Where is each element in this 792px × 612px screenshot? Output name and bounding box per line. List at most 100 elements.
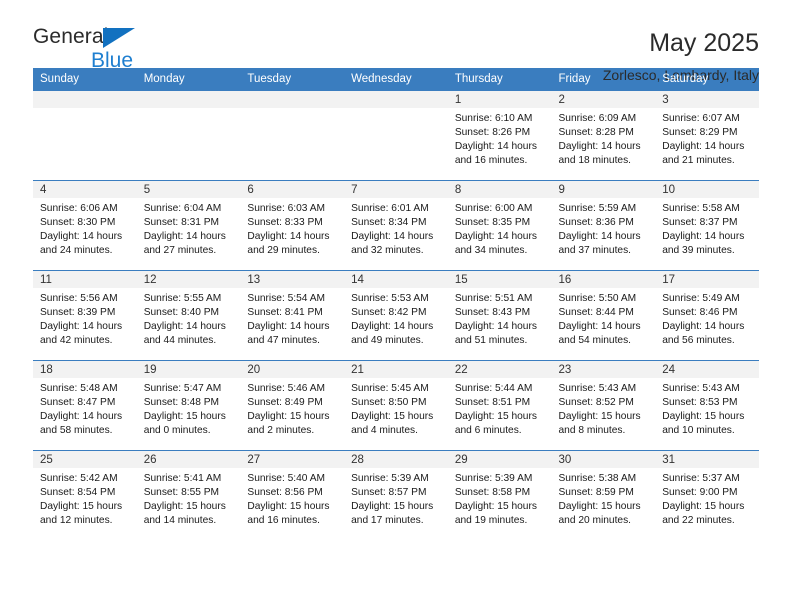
day-number: 8 bbox=[447, 181, 552, 198]
calendar-day-cell[interactable]: 6 Sunrise: 6:03 AM Sunset: 8:33 PM Daylight… bbox=[240, 180, 345, 271]
calendar-day-cell[interactable]: 14 Sunrise: 5:53 AM Sunset: 8:42 PM Dayligh… bbox=[344, 270, 448, 361]
calendar-day-cell[interactable]: 29 Sunrise: 5:39 AM Sunset: 8:58 PM Dayligh… bbox=[447, 450, 552, 541]
calendar-day-cell[interactable]: 12 Sunrise: 5:55 AM Sunset: 8:40 PM Dayligh… bbox=[136, 270, 241, 361]
day-number bbox=[33, 91, 137, 108]
calendar-day-cell[interactable]: 25 Sunrise: 5:42 AM Sunset: 8:54 PM Dayligh… bbox=[33, 450, 137, 541]
calendar-day-cell[interactable]: 23 Sunrise: 5:43 AM Sunset: 8:52 PM Dayligh… bbox=[551, 360, 656, 451]
day-number: 16 bbox=[551, 271, 656, 288]
daylight-text: and 34 minutes. bbox=[454, 245, 528, 256]
daylight-text: Daylight: 14 hours bbox=[454, 141, 537, 152]
logo-text-blue: Blue bbox=[91, 49, 134, 72]
calendar-day-cell[interactable]: 4 Sunrise: 6:06 AM Sunset: 8:30 PM Daylight… bbox=[33, 180, 137, 271]
calendar-day-cell[interactable]: 18 Sunrise: 5:48 AM Sunset: 8:47 PM Dayligh… bbox=[33, 360, 137, 451]
daylight-text: Daylight: 14 hours bbox=[662, 231, 745, 242]
daylight-text: and 12 minutes. bbox=[40, 515, 113, 526]
daylight-text: Daylight: 15 hours bbox=[247, 501, 330, 512]
sunrise-text: Sunrise: 5:39 AM bbox=[454, 473, 533, 484]
day-details: Sunrise: 5:46 AM Sunset: 8:49 PM Daylight:… bbox=[240, 378, 344, 438]
calendar-cell-empty bbox=[344, 90, 448, 181]
calendar-day-cell[interactable]: 27 Sunrise: 5:40 AM Sunset: 8:56 PM Dayligh… bbox=[240, 450, 345, 541]
day-number: 15 bbox=[447, 271, 552, 288]
calendar-day-cell[interactable]: 15 Sunrise: 5:51 AM Sunset: 8:43 PM Dayligh… bbox=[447, 270, 552, 361]
day-details: Sunrise: 5:54 AM Sunset: 8:41 PM Daylight:… bbox=[240, 288, 344, 348]
day-details: Sunrise: 5:43 AM Sunset: 8:52 PM Daylight:… bbox=[552, 378, 656, 438]
sunrise-text: Sunrise: 6:00 AM bbox=[454, 203, 533, 214]
daylight-text: Daylight: 14 hours bbox=[662, 321, 745, 332]
calendar-day-cell[interactable]: 9 Sunrise: 5:59 AM Sunset: 8:36 PM Daylight… bbox=[551, 180, 656, 271]
sunrise-text: Sunrise: 5:49 AM bbox=[662, 293, 740, 304]
sunrise-text: Sunrise: 6:06 AM bbox=[40, 203, 118, 214]
daylight-text: Daylight: 14 hours bbox=[40, 411, 123, 422]
day-details: Sunrise: 5:39 AM Sunset: 8:58 PM Daylight:… bbox=[448, 468, 552, 528]
daylight-text: and 27 minutes. bbox=[143, 245, 217, 256]
calendar-day-cell[interactable]: 17 Sunrise: 5:49 AM Sunset: 8:46 PM Dayligh… bbox=[655, 270, 759, 361]
sunrise-text: Sunrise: 5:53 AM bbox=[351, 293, 429, 304]
day-number: 6 bbox=[240, 181, 345, 198]
sunset-text: Sunset: 8:59 PM bbox=[558, 487, 634, 498]
daylight-text: Daylight: 14 hours bbox=[662, 141, 745, 152]
daylight-text: Daylight: 15 hours bbox=[558, 501, 641, 512]
daylight-text: and 10 minutes. bbox=[662, 425, 735, 436]
daylight-text: Daylight: 14 hours bbox=[454, 231, 537, 242]
day-details: Sunrise: 5:53 AM Sunset: 8:42 PM Daylight:… bbox=[344, 288, 448, 348]
calendar-day-cell[interactable]: 19 Sunrise: 5:47 AM Sunset: 8:48 PM Dayligh… bbox=[136, 360, 241, 451]
sunset-text: Sunset: 8:47 PM bbox=[40, 397, 116, 408]
day-details: Sunrise: 5:45 AM Sunset: 8:50 PM Daylight:… bbox=[344, 378, 448, 438]
calendar-day-cell[interactable]: 30 Sunrise: 5:38 AM Sunset: 8:59 PM Dayligh… bbox=[551, 450, 656, 541]
sunrise-text: Sunrise: 6:10 AM bbox=[454, 113, 533, 124]
sunrise-text: Sunrise: 5:47 AM bbox=[143, 383, 222, 394]
sunset-text: Sunset: 9:00 PM bbox=[662, 487, 738, 498]
day-details: Sunrise: 5:41 AM Sunset: 8:55 PM Daylight:… bbox=[137, 468, 241, 528]
day-details: Sunrise: 6:09 AM Sunset: 8:28 PM Daylight:… bbox=[552, 108, 656, 168]
sunset-text: Sunset: 8:35 PM bbox=[454, 217, 531, 228]
daylight-text: Daylight: 14 hours bbox=[40, 231, 123, 242]
calendar-table: Sunday Monday Tuesday Wednesday Thursday Frid… bbox=[33, 68, 759, 541]
daylight-text: Daylight: 14 hours bbox=[143, 321, 226, 332]
daylight-text: and 56 minutes. bbox=[662, 335, 735, 346]
calendar-day-cell[interactable]: 5 Sunrise: 6:04 AM Sunset: 8:31 PM Daylight… bbox=[136, 180, 241, 271]
weekday-header-thursday: Thursday bbox=[447, 68, 552, 91]
calendar-day-cell[interactable]: 28 Sunrise: 5:39 AM Sunset: 8:57 PM Dayligh… bbox=[344, 450, 448, 541]
weekday-header-tuesday: Tuesday bbox=[240, 68, 345, 91]
calendar-day-cell[interactable]: 24 Sunrise: 5:43 AM Sunset: 8:53 PM Dayligh… bbox=[655, 360, 759, 451]
day-details: Sunrise: 6:03 AM Sunset: 8:33 PM Daylight:… bbox=[240, 198, 344, 258]
daylight-text: and 16 minutes. bbox=[247, 515, 320, 526]
day-details: Sunrise: 5:37 AM Sunset: 9:00 PM Daylight:… bbox=[655, 468, 759, 528]
sunset-text: Sunset: 8:42 PM bbox=[351, 307, 427, 318]
calendar-day-cell[interactable]: 26 Sunrise: 5:41 AM Sunset: 8:55 PM Dayligh… bbox=[136, 450, 241, 541]
calendar-day-cell[interactable]: 21 Sunrise: 5:45 AM Sunset: 8:50 PM Dayligh… bbox=[344, 360, 448, 451]
calendar-day-cell[interactable]: 11 Sunrise: 5:56 AM Sunset: 8:39 PM Dayligh… bbox=[33, 270, 137, 361]
day-details: Sunrise: 5:55 AM Sunset: 8:40 PM Daylight:… bbox=[137, 288, 241, 348]
day-details: Sunrise: 5:44 AM Sunset: 8:51 PM Daylight:… bbox=[448, 378, 552, 438]
day-details: Sunrise: 5:38 AM Sunset: 8:59 PM Daylight:… bbox=[552, 468, 656, 528]
sunrise-text: Sunrise: 5:50 AM bbox=[558, 293, 637, 304]
calendar-day-cell[interactable]: 7 Sunrise: 6:01 AM Sunset: 8:34 PM Daylight… bbox=[344, 180, 448, 271]
calendar-day-cell[interactable]: 20 Sunrise: 5:46 AM Sunset: 8:49 PM Dayligh… bbox=[240, 360, 345, 451]
calendar-day-cell[interactable]: 10 Sunrise: 5:58 AM Sunset: 8:37 PM Dayligh… bbox=[655, 180, 759, 271]
daylight-text: Daylight: 15 hours bbox=[143, 501, 226, 512]
logo-general-blue: General Blue bbox=[33, 26, 153, 72]
calendar-day-cell[interactable]: 8 Sunrise: 6:00 AM Sunset: 8:35 PM Daylight… bbox=[447, 180, 552, 271]
daylight-text: Daylight: 15 hours bbox=[40, 501, 123, 512]
calendar-day-cell[interactable]: 1 Sunrise: 6:10 AM Sunset: 8:26 PM Daylight… bbox=[447, 90, 552, 181]
sunrise-text: Sunrise: 6:04 AM bbox=[143, 203, 222, 214]
logo-text-general: General bbox=[33, 25, 109, 48]
sunrise-text: Sunrise: 5:45 AM bbox=[351, 383, 429, 394]
sunrise-text: Sunrise: 5:40 AM bbox=[247, 473, 325, 484]
day-number bbox=[344, 91, 448, 108]
daylight-text: Daylight: 14 hours bbox=[558, 231, 641, 242]
day-number: 22 bbox=[447, 361, 552, 378]
calendar-day-cell[interactable]: 16 Sunrise: 5:50 AM Sunset: 8:44 PM Dayligh… bbox=[551, 270, 656, 361]
daylight-text: and 37 minutes. bbox=[558, 245, 632, 256]
sunset-text: Sunset: 8:30 PM bbox=[40, 217, 116, 228]
calendar-day-cell[interactable]: 2 Sunrise: 6:09 AM Sunset: 8:28 PM Daylight… bbox=[551, 90, 656, 181]
calendar-day-cell[interactable]: 31 Sunrise: 5:37 AM Sunset: 9:00 PM Dayligh… bbox=[655, 450, 759, 541]
calendar-day-cell[interactable]: 22 Sunrise: 5:44 AM Sunset: 8:51 PM Dayligh… bbox=[447, 360, 552, 451]
sunset-text: Sunset: 8:46 PM bbox=[662, 307, 738, 318]
calendar-day-cell[interactable]: 13 Sunrise: 5:54 AM Sunset: 8:41 PM Dayligh… bbox=[240, 270, 345, 361]
day-number: 25 bbox=[33, 451, 137, 468]
daylight-text: Daylight: 15 hours bbox=[351, 501, 434, 512]
day-details: Sunrise: 5:39 AM Sunset: 8:57 PM Daylight:… bbox=[344, 468, 448, 528]
sunset-text: Sunset: 8:55 PM bbox=[143, 487, 220, 498]
calendar-day-cell[interactable]: 3 Sunrise: 6:07 AM Sunset: 8:29 PM Daylight… bbox=[655, 90, 759, 181]
